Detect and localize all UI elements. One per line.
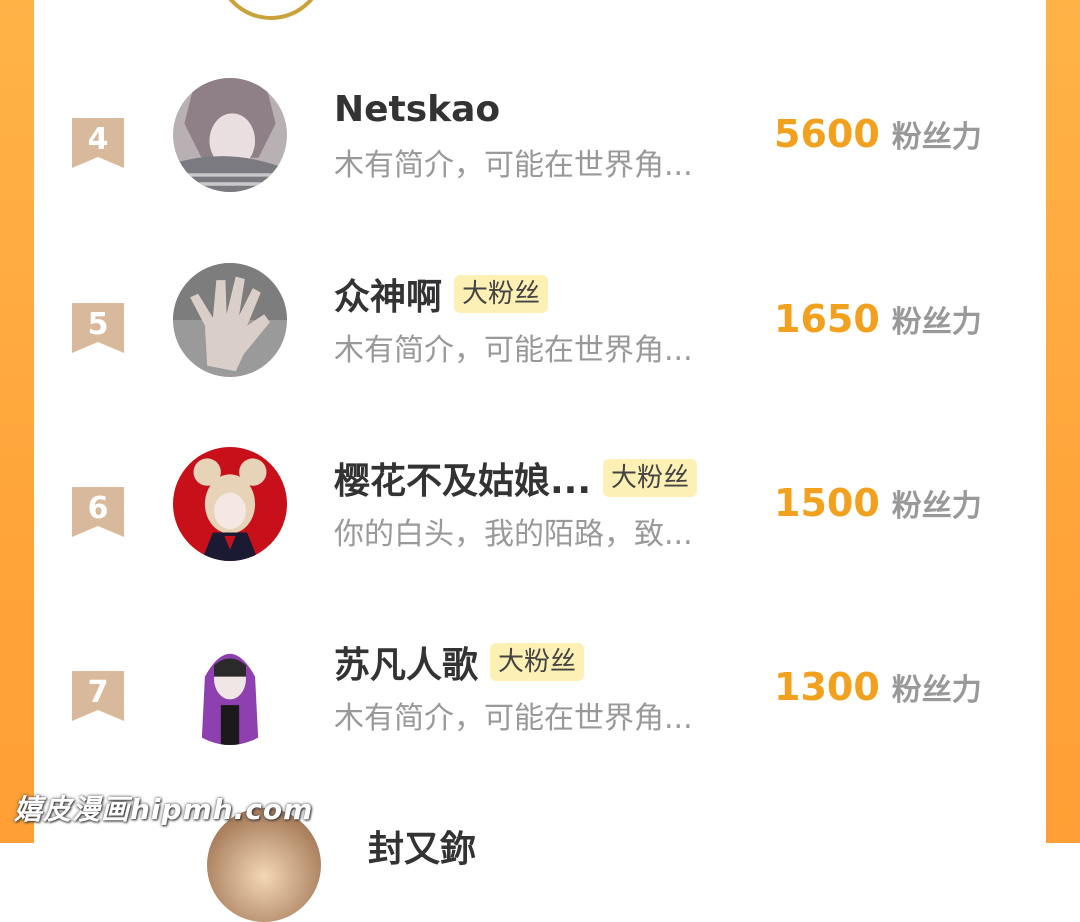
user-name[interactable]: 樱花不及姑娘... [334, 452, 591, 504]
user-name[interactable]: Netskao [334, 89, 500, 130]
user-name-line: 樱花不及姑娘... 大粉丝 [334, 452, 698, 504]
fan-power-score: 1500 粉丝力 [774, 481, 982, 525]
user-bio: 木有简介，可能在世界角... [334, 333, 693, 368]
rank-ribbon: 6 [72, 487, 124, 537]
rank-ribbon: 7 [72, 671, 124, 721]
user-name-line: 众神啊 大粉丝 [334, 268, 549, 320]
score-unit: 粉丝力 [891, 489, 982, 524]
fan-power-score: 1650 粉丝力 [774, 297, 982, 341]
purple-hoodie-avatar-image [173, 631, 287, 745]
ranking-row[interactable]: 5 众神啊 大粉丝 木有简介，可能在世界角... 1650 粉丝力 [34, 263, 1046, 447]
ranking-row[interactable]: 6 樱花不及姑娘... 大粉丝 你的白头，我的陌路，致... 1500 粉丝力 [34, 447, 1046, 631]
avatar[interactable] [173, 631, 287, 745]
big-fan-badge: 大粉丝 [490, 643, 585, 681]
score-value: 1300 [774, 665, 880, 709]
score-unit: 粉丝力 [891, 305, 982, 340]
big-fan-badge: 大粉丝 [454, 275, 549, 313]
avatar[interactable] [173, 78, 287, 192]
user-name[interactable]: 苏凡人歌 [334, 636, 478, 688]
right-orange-frame [1046, 0, 1080, 843]
big-fan-badge: 大粉丝 [603, 459, 698, 497]
partial-next-user-name[interactable]: 封又鉨 [368, 820, 476, 872]
fan-power-score: 5600 粉丝力 [774, 112, 982, 156]
score-value: 5600 [774, 112, 880, 156]
ranking-row[interactable]: 4 Netskao 木有简介，可能在世界角... 5600 粉丝力 [34, 78, 1046, 262]
red-anime-girl-avatar-image [173, 447, 287, 561]
user-bio: 你的白头，我的陌路，致... [334, 517, 693, 552]
partial-top-avatar [216, 0, 326, 20]
score-unit: 粉丝力 [891, 120, 982, 155]
user-bio: 木有简介，可能在世界角... [334, 148, 693, 183]
fan-ranking-list: 4 Netskao 木有简介，可能在世界角... 5600 粉丝力 5 众神啊 … [34, 0, 1046, 922]
score-value: 1650 [774, 297, 880, 341]
rank-ribbon: 5 [72, 303, 124, 353]
anime-character-avatar-image [173, 78, 287, 192]
site-watermark: 嬉皮漫画hipmh.com [14, 793, 314, 826]
user-bio: 木有简介，可能在世界角... [334, 701, 693, 736]
score-unit: 粉丝力 [891, 673, 982, 708]
score-value: 1500 [774, 481, 880, 525]
user-name-line: 苏凡人歌 大粉丝 [334, 636, 585, 688]
rank-ribbon: 4 [72, 118, 124, 168]
user-name-line: Netskao [334, 86, 500, 132]
left-orange-frame [0, 0, 34, 843]
avatar[interactable] [173, 447, 287, 561]
user-name[interactable]: 众神啊 [334, 268, 442, 320]
fan-power-score: 1300 粉丝力 [774, 665, 982, 709]
hand-photo-avatar-image [173, 263, 287, 377]
avatar[interactable] [173, 263, 287, 377]
